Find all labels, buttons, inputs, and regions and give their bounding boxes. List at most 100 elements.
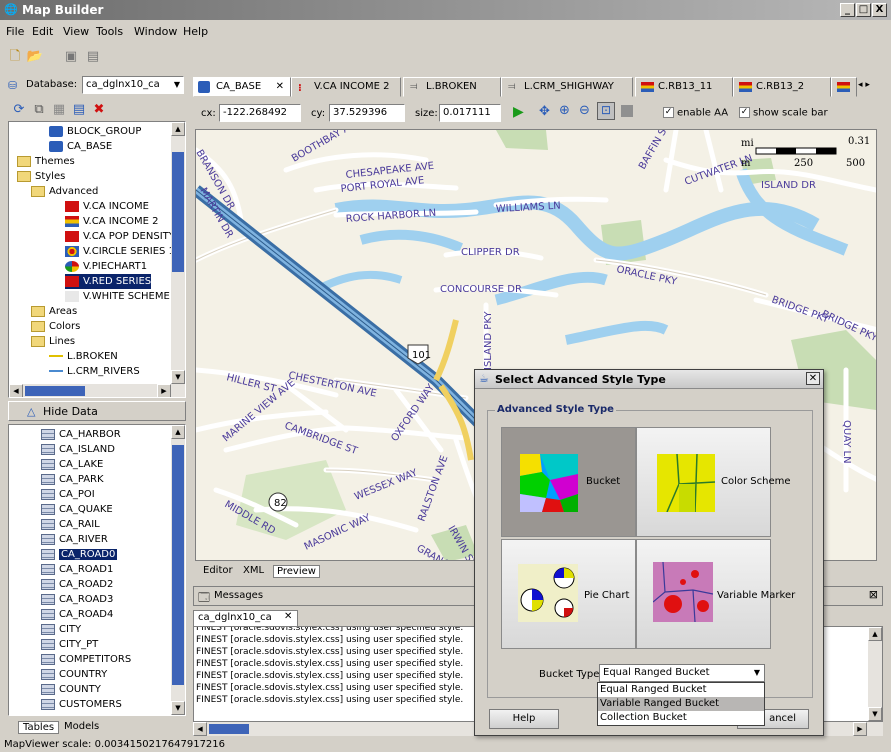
bucket-option[interactable]: Bucket: [501, 427, 636, 537]
copy-icon[interactable]: ⧉: [30, 101, 48, 119]
close-tab-icon[interactable]: ✕: [284, 611, 292, 622]
tree-item-block-group[interactable]: BLOCK_GROUP: [49, 124, 141, 139]
tab-editor[interactable]: Editor: [203, 565, 233, 576]
tree-item-l-crm-rivers[interactable]: L.CRM_RIVERS: [49, 364, 140, 379]
scroll-left-icon[interactable]: ◀: [193, 722, 207, 736]
tab-ca-income-2[interactable]: ⁝ V.CA INCOME 2: [291, 77, 401, 97]
zoom-in-icon[interactable]: ⊕: [559, 103, 570, 118]
pan-icon[interactable]: ✥: [539, 104, 550, 119]
tree-item-styles[interactable]: Styles: [17, 169, 65, 184]
cx-input[interactable]: -122.268492: [219, 104, 301, 122]
new-icon[interactable]: 🗋: [6, 48, 24, 66]
database-select[interactable]: ca_dglnx10_ca ▼: [82, 76, 184, 94]
tree-item-colors[interactable]: Colors: [31, 319, 80, 334]
scroll-up-icon[interactable]: ▲: [868, 627, 882, 641]
table-item-ca-island[interactable]: CA_ISLAND: [41, 442, 115, 457]
table-item-ca-quake[interactable]: CA_QUAKE: [41, 502, 113, 517]
tree-hscrollbar[interactable]: ◀ ▶: [9, 384, 185, 397]
table-item-ca-park[interactable]: CA_PARK: [41, 472, 104, 487]
table-item-ca-road1[interactable]: CA_ROAD1: [41, 562, 113, 577]
tree-item-v-ca-income[interactable]: V.CA INCOME: [65, 199, 149, 214]
table-item-ca-road3[interactable]: CA_ROAD3: [41, 592, 113, 607]
tab-overflow[interactable]: [831, 77, 857, 97]
table-item-ca-road0[interactable]: CA_ROAD0: [41, 547, 118, 562]
minimize-button[interactable]: _: [840, 3, 855, 17]
tree-item-ca-base[interactable]: CA_BASE: [49, 139, 112, 154]
tab-tables[interactable]: Tables: [18, 721, 60, 734]
scroll-up-icon[interactable]: ▲: [171, 122, 185, 136]
bucket-option-collection[interactable]: Collection Bucket: [598, 711, 764, 725]
bucket-type-select[interactable]: Equal Ranged Bucket ▼: [599, 664, 765, 682]
table-item-country[interactable]: COUNTRY: [41, 667, 107, 682]
tab-xml[interactable]: XML: [243, 565, 264, 576]
cy-input[interactable]: 37.529396: [329, 104, 405, 122]
close-tab-icon[interactable]: ✕: [276, 78, 284, 96]
play-icon[interactable]: ▶: [513, 104, 524, 120]
tree-item-v-piechart1[interactable]: V.PIECHART1: [65, 259, 147, 274]
bucket-option-equal[interactable]: Equal Ranged Bucket: [598, 683, 764, 697]
tree-item-v-ca-pop-density[interactable]: V.CA POP DENSITY: [65, 229, 175, 244]
close-panel-icon[interactable]: ⊠: [869, 588, 878, 601]
table-item-ca-rail[interactable]: CA_RAIL: [41, 517, 100, 532]
refresh-icon[interactable]: ⟳: [10, 101, 28, 119]
zoom-out-icon[interactable]: ⊖: [579, 103, 590, 118]
enable-aa-checkbox[interactable]: ✓ enable AA: [663, 107, 728, 119]
table-item-ca-harbor[interactable]: CA_HARBOR: [41, 427, 121, 442]
menu-tools[interactable]: Tools: [96, 25, 123, 38]
delete-icon[interactable]: ✖: [90, 101, 108, 119]
tables-scrollbar[interactable]: ▲ ▼: [171, 425, 185, 715]
table-item-ca-road2[interactable]: CA_ROAD2: [41, 577, 113, 592]
variable-marker-option[interactable]: Variable Marker: [636, 539, 795, 649]
messages-tab[interactable]: ca_dglnx10_ca ✕: [193, 610, 298, 626]
tab-l-broken[interactable]: ⫤ L.BROKEN: [403, 77, 501, 97]
show-scale-bar-checkbox[interactable]: ✓ show scale bar: [739, 107, 828, 119]
menu-file[interactable]: File: [6, 25, 24, 38]
tree-item-advanced[interactable]: Advanced: [31, 184, 98, 199]
tree-item-v-white-scheme[interactable]: V.WHITE SCHEME: [65, 289, 170, 304]
tree-scroll-thumb[interactable]: [172, 152, 184, 272]
table-item-customers[interactable]: CUSTOMERS: [41, 697, 122, 712]
zoom-box-icon[interactable]: ⊡: [597, 102, 615, 120]
tree-item-v-red-series[interactable]: V.RED SERIES: [65, 274, 152, 289]
tree-item-v-circle-series-1[interactable]: V.CIRCLE SERIES 1: [65, 244, 175, 259]
tree-item-l-broken[interactable]: L.BROKEN: [49, 349, 118, 364]
menu-window[interactable]: Window: [134, 25, 177, 38]
close-window-button[interactable]: X: [872, 3, 887, 17]
tab-c-rb13-11[interactable]: C.RB13_11: [635, 77, 733, 97]
tab-ca-base[interactable]: CA_BASE ✕: [193, 77, 291, 97]
scroll-down-icon[interactable]: ▼: [868, 707, 882, 721]
table-item-competitors[interactable]: COMPETITORS: [41, 652, 131, 667]
table-item-ca-poi[interactable]: CA_POI: [41, 487, 95, 502]
tree-item-v-ca-income-2[interactable]: V.CA INCOME 2: [65, 214, 159, 229]
table-item-ca-road4[interactable]: CA_ROAD4: [41, 607, 113, 622]
tab-c-rb13-2[interactable]: C.RB13_2: [733, 77, 831, 97]
messages-scrollbar[interactable]: ▲ ▼: [868, 627, 882, 721]
tab-models[interactable]: Models: [64, 721, 99, 732]
scroll-left-icon[interactable]: ◀: [9, 384, 23, 397]
bucket-option-variable[interactable]: Variable Ranged Bucket: [598, 697, 764, 711]
scroll-right-icon[interactable]: ▶: [853, 722, 867, 736]
table-item-ca-river[interactable]: CA_RIVER: [41, 532, 108, 547]
help-button[interactable]: Help: [489, 709, 559, 729]
tree-scrollbar[interactable]: ▲ ▼: [171, 122, 185, 384]
scroll-down-icon[interactable]: ▼: [171, 701, 185, 715]
table-item-city[interactable]: CITY: [41, 622, 81, 637]
menu-edit[interactable]: Edit: [32, 25, 53, 38]
stop-icon[interactable]: [621, 105, 633, 117]
properties-icon[interactable]: ▤: [70, 101, 88, 119]
dialog-close-icon[interactable]: ✕: [806, 372, 820, 385]
save-icon[interactable]: ▣: [62, 48, 80, 66]
menu-help[interactable]: Help: [183, 25, 208, 38]
tree-item-lines[interactable]: Lines: [31, 334, 75, 349]
open-folder-icon[interactable]: 📂: [26, 48, 44, 66]
scroll-down-icon[interactable]: ▼: [171, 370, 185, 384]
tree-item-themes[interactable]: Themes: [17, 154, 75, 169]
tab-scroll-arrows[interactable]: ◂ ▸: [858, 80, 870, 90]
menu-view[interactable]: View: [63, 25, 89, 38]
size-input[interactable]: 0.017111: [439, 104, 501, 122]
tab-l-crm-shighway[interactable]: ⫤ L.CRM_SHIGHWAY: [501, 77, 633, 97]
maximize-button[interactable]: □: [856, 3, 871, 17]
tree-hscroll-thumb[interactable]: [25, 386, 85, 396]
messages-hscroll-thumb[interactable]: [209, 724, 249, 734]
color-scheme-option[interactable]: Color Scheme: [636, 427, 791, 537]
